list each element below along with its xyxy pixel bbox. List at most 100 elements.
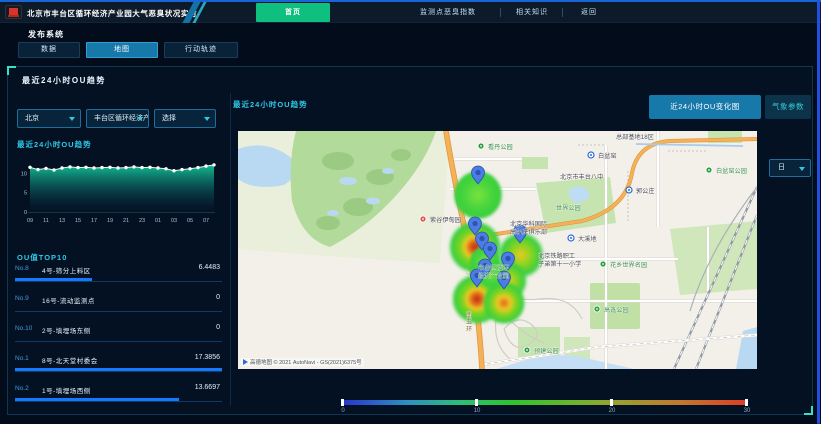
nav-home[interactable]: 首页 xyxy=(256,3,330,22)
tab-trajectory[interactable]: 行动轨迹 xyxy=(164,42,238,58)
station-name: 8号-北天堂村委会 xyxy=(42,355,98,365)
map-label: 经济产业园 xyxy=(478,272,509,280)
city-select-value: 北京 xyxy=(25,115,39,122)
map-container: 看丹公园总部基地18区白盆窑白盆窑公园北京市丰台八中郭公庄世界公园北京华科国际高… xyxy=(238,131,757,369)
nav-back[interactable]: 返回 xyxy=(568,5,610,20)
chevron-down-icon xyxy=(137,117,143,121)
nav-knowledge[interactable]: 相关知识 xyxy=(506,5,558,20)
rank-value: 0 xyxy=(216,294,220,301)
svg-text:11: 11 xyxy=(43,218,49,224)
map-label: 北京华科国际 xyxy=(510,220,547,228)
station-name: 1号-填埋场西侧 xyxy=(42,385,91,395)
map-attribution: 高德地图 © 2021 AutoNavi - GS(2021)6375号 xyxy=(241,358,364,366)
ranking-row[interactable]: No.10 2号-填埋场东侧 0 xyxy=(15,321,222,351)
map-label: 大溪地 xyxy=(578,235,597,243)
svg-text:05: 05 xyxy=(187,218,193,224)
map-label: 看丹公园 xyxy=(488,143,513,151)
rank-value: 17.3856 xyxy=(195,354,220,361)
nav-separator xyxy=(562,8,563,17)
period-select[interactable]: 日 xyxy=(769,159,811,177)
chevron-down-icon xyxy=(799,167,805,171)
station-select[interactable]: 选择 xyxy=(154,109,216,128)
ranking-row[interactable]: No.8 4号-筛分上料区 6.4483 xyxy=(15,261,222,291)
map-label: 高尔夫俱乐部 xyxy=(510,228,547,236)
column-divider xyxy=(230,93,231,406)
rank-label: No.8 xyxy=(15,265,29,272)
period-select-value: 日 xyxy=(778,164,785,171)
svg-text:10: 10 xyxy=(21,171,27,177)
map-label: 白盆窑 xyxy=(598,152,617,160)
map-label: 白盆窑公园 xyxy=(716,167,747,175)
map-label: 世界公园 xyxy=(556,204,581,212)
map-label: 北京铁路职工 xyxy=(538,252,575,260)
map-label: 花乡世界名园 xyxy=(610,261,647,269)
svg-text:17: 17 xyxy=(91,218,97,224)
vertical-scrollbar[interactable] xyxy=(817,0,820,424)
rank-bar xyxy=(15,368,222,372)
rank-label: No.10 xyxy=(15,325,32,332)
autonavi-logo-icon xyxy=(243,359,248,365)
map-label: 郭公庄 xyxy=(636,187,655,195)
svg-text:01: 01 xyxy=(155,218,161,224)
map-label: 子弟第十一小学 xyxy=(538,260,581,268)
legend-tick-label: 20 xyxy=(604,408,620,414)
svg-text:13: 13 xyxy=(59,218,65,224)
legend-tick-marker xyxy=(341,399,344,406)
rank-bar xyxy=(15,398,222,402)
app-logo-icon xyxy=(5,5,22,19)
map-label: 丰台区循环 xyxy=(478,264,509,272)
city-select[interactable]: 北京 xyxy=(17,109,81,128)
tab-data[interactable]: 数据 xyxy=(18,42,80,58)
chevron-down-icon xyxy=(69,117,75,121)
rank-value: 6.4483 xyxy=(199,264,220,271)
weather-params-button[interactable]: 气象参数 xyxy=(765,95,811,119)
map-canvas[interactable]: 看丹公园总部基地18区白盆窑白盆窑公园北京市丰台八中郭公庄世界公园北京华科国际高… xyxy=(238,131,757,369)
rank-label: No.2 xyxy=(15,385,29,392)
trend-chart-title: 最近24小时OU趋势 xyxy=(17,139,92,150)
rank-value: 0 xyxy=(216,324,220,331)
rank-bar xyxy=(15,338,222,342)
rank-label: No.1 xyxy=(15,355,29,362)
rank-bar xyxy=(15,308,222,312)
publish-system-label: 发布系统 xyxy=(28,29,64,40)
map-label: 预建公园 xyxy=(534,347,559,355)
station-select-placeholder: 选择 xyxy=(162,115,176,122)
park-select[interactable]: 丰台区循环经济产 xyxy=(86,109,149,128)
map-label: 南五环 xyxy=(466,311,472,333)
station-name: 2号-填埋场东侧 xyxy=(42,325,91,335)
station-name: 16号-流动监测点 xyxy=(42,295,95,305)
legend-tick-label: 0 xyxy=(335,408,351,414)
station-name: 4号-筛分上料区 xyxy=(42,265,91,275)
main-panel: 最近24小时OU趋势 北京 丰台区循环经济产 选择 最近24小时OU趋势 051… xyxy=(7,66,813,415)
app-window: 北京市丰台区循环经济产业园大气恶臭状况实时 首页 监测点恶臭指数 相关知识 返回… xyxy=(0,0,821,424)
svg-text:19: 19 xyxy=(107,218,113,224)
ranking-row[interactable]: No.1 8号-北天堂村委会 17.3856 xyxy=(15,351,222,381)
svg-text:0: 0 xyxy=(24,210,27,216)
top-bar: 北京市丰台区循环经济产业园大气恶臭状况实时 首页 监测点恶臭指数 相关知识 返回 xyxy=(0,2,821,23)
rank-bar xyxy=(15,278,222,282)
ranking-row[interactable]: No.2 1号-填埋场西侧 13.6697 xyxy=(15,381,222,411)
nav-odor-index[interactable]: 监测点恶臭指数 xyxy=(400,5,496,20)
legend-tick-label: 10 xyxy=(469,408,485,414)
svg-text:03: 03 xyxy=(171,218,177,224)
rank-label: No.9 xyxy=(15,295,29,302)
nav-separator xyxy=(500,8,501,17)
ranking-row[interactable]: No.9 16号-流动监测点 0 xyxy=(15,291,222,321)
svg-text:15: 15 xyxy=(75,218,81,224)
app-title: 北京市丰台区循环经济产业园大气恶臭状况实时 xyxy=(27,8,197,19)
svg-text:21: 21 xyxy=(123,218,129,224)
legend-tick-marker xyxy=(610,399,613,406)
svg-text:09: 09 xyxy=(27,218,33,224)
legend-tick-marker xyxy=(475,399,478,406)
panel-corner-accent xyxy=(7,66,16,75)
ou-change-chart-button[interactable]: 近24小时OU变化图 xyxy=(649,95,761,119)
legend-tick-marker xyxy=(745,399,748,406)
heatmap-legend-gradient xyxy=(341,400,748,405)
tab-map[interactable]: 地图 xyxy=(86,42,158,58)
svg-text:5: 5 xyxy=(24,191,27,197)
chevron-down-icon xyxy=(204,117,210,121)
legend-tick-label: 30 xyxy=(739,408,755,414)
map-label: 总部基地18区 xyxy=(616,133,654,141)
panel-corner-accent xyxy=(804,406,813,415)
map-label: 紫谷伊甸园 xyxy=(430,216,461,224)
